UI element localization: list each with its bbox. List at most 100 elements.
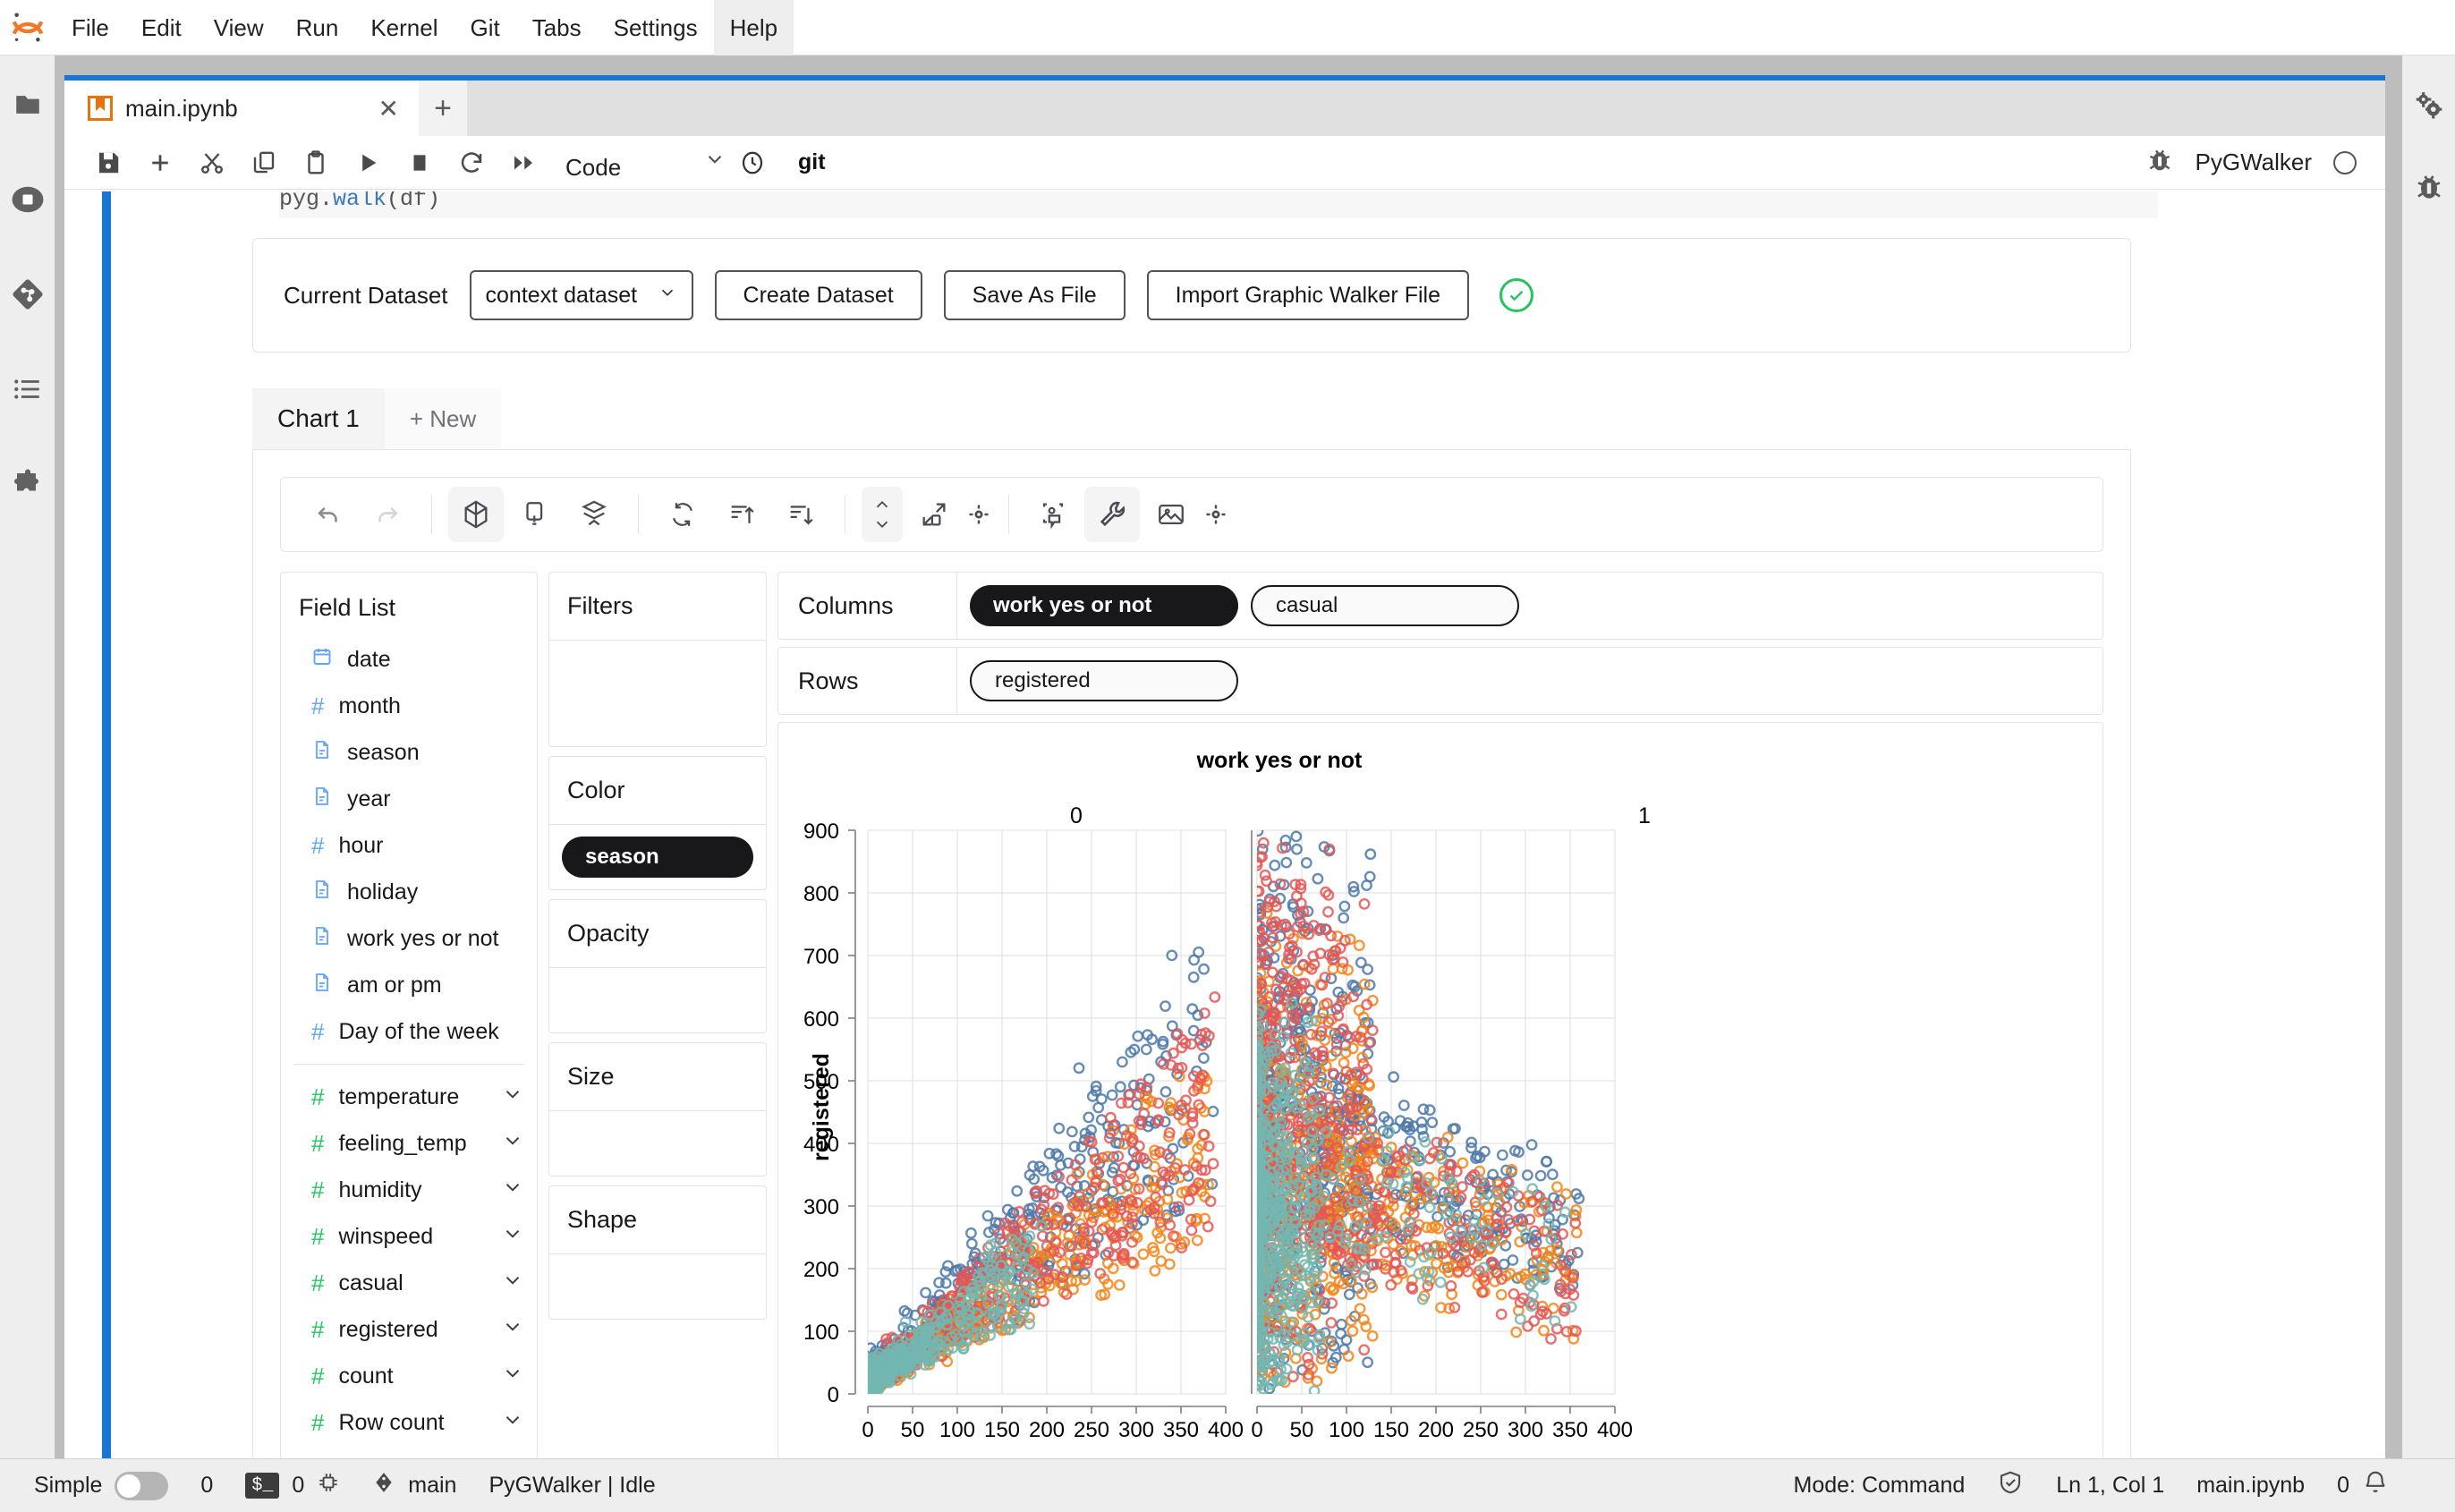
filters-dropzone[interactable] <box>549 641 766 746</box>
chevron-down-icon[interactable] <box>501 1176 524 1205</box>
rows-dropzone[interactable]: registered <box>957 648 2102 714</box>
scissors-icon[interactable] <box>186 140 238 186</box>
play-icon[interactable] <box>342 140 394 186</box>
notifications[interactable]: 0 <box>2337 1469 2389 1502</box>
field-hour[interactable]: # hour <box>281 822 537 869</box>
plus-icon[interactable] <box>134 140 186 186</box>
columns-dropzone[interactable]: work yes or not casual <box>957 573 2102 639</box>
wrench-icon[interactable] <box>1084 487 1140 542</box>
measure-feeling-temp[interactable]: # feeling_temp <box>281 1120 537 1167</box>
field-am-or-pm[interactable]: am or pm <box>281 962 537 1008</box>
undo-icon[interactable] <box>301 487 356 542</box>
menu-git[interactable]: Git <box>454 0 515 55</box>
size-dropzone[interactable] <box>549 1111 766 1176</box>
menu-help[interactable]: Help <box>713 0 794 55</box>
tab-new-chart[interactable]: + New <box>384 388 502 449</box>
close-icon[interactable]: ✕ <box>378 94 399 123</box>
gears-icon[interactable] <box>2402 84 2455 129</box>
restart-icon[interactable] <box>446 140 497 186</box>
redo-icon[interactable] <box>360 487 415 542</box>
save-icon[interactable] <box>82 140 134 186</box>
new-tab-button[interactable]: + <box>419 81 467 136</box>
pill-registered[interactable]: registered <box>970 660 1238 701</box>
field-date[interactable]: date <box>281 636 537 683</box>
image-icon[interactable] <box>1143 487 1199 542</box>
field-day-of-the-week[interactable]: # Day of the week <box>281 1008 537 1055</box>
pill-season[interactable]: season <box>562 837 753 878</box>
menu-tabs[interactable]: Tabs <box>516 0 598 55</box>
field-season[interactable]: season <box>281 729 537 776</box>
tab-chart-1[interactable]: Chart 1 <box>252 388 385 449</box>
color-dropzone[interactable]: season <box>549 825 766 889</box>
measure-row-count[interactable]: # Row count <box>281 1399 537 1446</box>
clock-icon[interactable] <box>726 140 778 186</box>
puzzle-icon[interactable] <box>0 456 55 512</box>
tooltip-icon[interactable] <box>1025 487 1081 542</box>
chevron-down-icon[interactable] <box>501 1269 524 1298</box>
trust-status[interactable] <box>1997 1469 2024 1502</box>
pill-work-yes-or-not[interactable]: work yes or not <box>970 585 1238 626</box>
toggle-switch[interactable] <box>115 1471 169 1500</box>
create-dataset-button[interactable]: Create Dataset <box>714 270 922 320</box>
git-icon[interactable] <box>0 267 55 322</box>
measure-temperature[interactable]: # temperature <box>281 1074 537 1120</box>
dataset-select[interactable]: context dataset <box>469 270 693 320</box>
tab-main-ipynb[interactable]: main.ipynb ✕ <box>64 81 419 136</box>
opacity-dropzone[interactable] <box>549 968 766 1032</box>
cell-type-select[interactable]: Code <box>565 143 726 182</box>
refresh-icon[interactable] <box>655 487 710 542</box>
stop-circle-icon[interactable] <box>0 172 55 227</box>
menu-settings[interactable]: Settings <box>598 0 714 55</box>
terminal-count[interactable]: $_ 0 <box>245 1471 340 1500</box>
measure-casual[interactable]: # casual <box>281 1260 537 1306</box>
expand-icon[interactable] <box>906 487 962 542</box>
stop-icon[interactable] <box>394 140 446 186</box>
simple-mode-toggle[interactable]: Simple <box>34 1471 169 1500</box>
bug-icon[interactable] <box>2402 165 2455 209</box>
field-work-yes-or-not[interactable]: work yes or not <box>281 915 537 962</box>
chevron-down-icon[interactable] <box>501 1222 524 1252</box>
folder-icon[interactable] <box>0 77 55 132</box>
fast-forward-icon[interactable] <box>497 140 549 186</box>
sort-descending-icon[interactable] <box>773 487 828 542</box>
chevron-updown-icon[interactable] <box>862 487 903 542</box>
pen-box-icon[interactable] <box>507 487 563 542</box>
import-graphic-walker-file-button[interactable]: Import Graphic Walker File <box>1146 270 1469 320</box>
chevron-down-icon[interactable] <box>501 1362 524 1391</box>
sort-ascending-icon[interactable] <box>714 487 769 542</box>
chevron-down-icon[interactable] <box>501 1315 524 1345</box>
bug-icon[interactable] <box>2145 146 2174 179</box>
cursor-position[interactable]: Ln 1, Col 1 <box>2056 1473 2164 1499</box>
measure-count[interactable]: # count <box>281 1353 537 1399</box>
gear-icon[interactable] <box>1202 487 1229 542</box>
menu-view[interactable]: View <box>198 0 280 55</box>
menu-kernel[interactable]: Kernel <box>354 0 454 55</box>
measure-registered[interactable]: # registered <box>281 1306 537 1353</box>
save-as-file-button[interactable]: Save As File <box>943 270 1126 320</box>
bell-icon[interactable] <box>2362 1469 2389 1502</box>
menu-run[interactable]: Run <box>280 0 355 55</box>
copy-icon[interactable] <box>238 140 290 186</box>
chevron-down-icon[interactable] <box>501 1083 524 1112</box>
chart-canvas[interactable]: work yes or not 0 1 registered 0 50 100 150… <box>777 722 2103 1464</box>
menu-file[interactable]: File <box>55 0 125 55</box>
menu-edit[interactable]: Edit <box>125 0 198 55</box>
layers-icon[interactable] <box>566 487 622 542</box>
kernel-name-label[interactable]: PyGWalker <box>2196 149 2313 176</box>
field-holiday[interactable]: holiday <box>281 869 537 915</box>
code-cell-source[interactable]: pyg.walk(df) <box>279 191 2158 218</box>
clipboard-icon[interactable] <box>290 140 342 186</box>
measure-winspeed[interactable]: # winspeed <box>281 1213 537 1260</box>
pill-casual[interactable]: casual <box>1251 585 1519 626</box>
kernel-status[interactable]: PyGWalker | Idle <box>488 1473 655 1499</box>
list-icon[interactable] <box>0 361 55 417</box>
shape-dropzone[interactable] <box>549 1254 766 1319</box>
field-month[interactable]: # month <box>281 683 537 729</box>
git-branch[interactable]: main <box>372 1469 456 1502</box>
measure-humidity[interactable]: # humidity <box>281 1167 537 1213</box>
chevron-down-icon[interactable] <box>501 1129 524 1159</box>
cube-icon[interactable] <box>448 487 504 542</box>
kernel-count[interactable]: 0 <box>200 1473 213 1499</box>
chevron-down-icon[interactable] <box>501 1408 524 1438</box>
gear-icon[interactable] <box>965 487 992 542</box>
